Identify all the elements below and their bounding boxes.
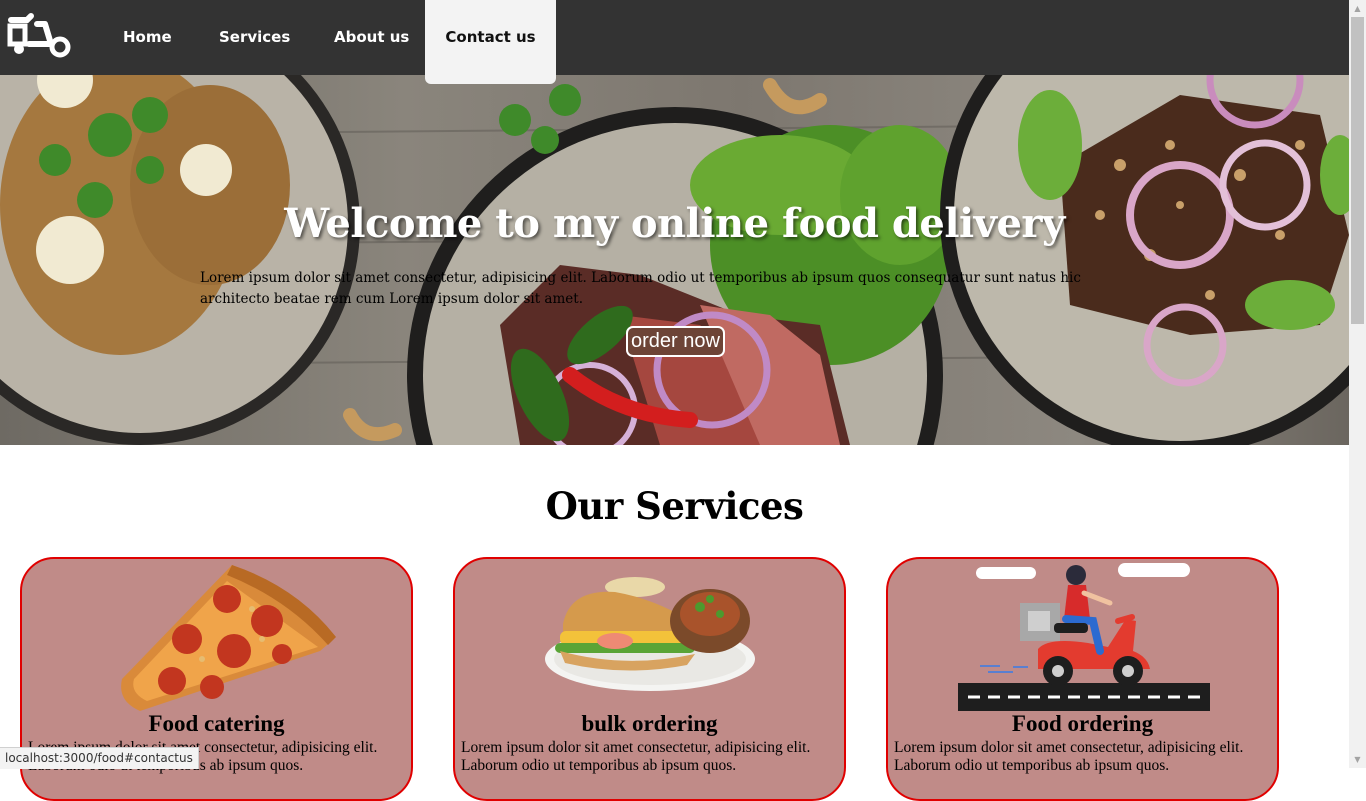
nav-about-us[interactable]: About us (334, 0, 409, 75)
card-description: Lorem ipsum dolor sit amet consectetur, … (461, 739, 811, 774)
card-description: Lorem ipsum dolor sit amet consectetur, … (894, 739, 1244, 774)
scooter-logo-icon[interactable] (5, 10, 71, 58)
card-title: Food catering (148, 711, 285, 736)
hero-banner: Welcome to my online food delivery Lorem… (0, 75, 1349, 445)
navbar: Home Services About us Contact us (0, 0, 1349, 84)
scrollbar-thumb[interactable] (1351, 17, 1364, 324)
delivery-scooter-image (958, 563, 1210, 711)
nav-services[interactable]: Services (219, 0, 290, 75)
burger-plate-image (545, 577, 755, 691)
services-heading: Our Services (545, 484, 804, 528)
card-title: bulk ordering (581, 711, 718, 736)
service-card-food-ordering: Food ordering Lorem ipsum dolor sit amet… (886, 557, 1279, 801)
hero-title: Welcome to my online food delivery (284, 200, 1065, 247)
pizza-slice-image (121, 565, 336, 711)
hero-description: Lorem ipsum dolor sit amet consectetur, … (200, 270, 1081, 307)
nav-contact-us[interactable]: Contact us (425, 0, 556, 84)
page-scrollbar[interactable]: ▲ ▼ (1349, 0, 1366, 768)
scroll-down-arrow-icon[interactable]: ▼ (1349, 751, 1366, 768)
scroll-up-arrow-icon[interactable]: ▲ (1349, 0, 1366, 17)
hero-food-background (0, 75, 1349, 445)
link-status-bar: localhost:3000/food#contactus (0, 747, 199, 769)
nav-home[interactable]: Home (123, 0, 172, 75)
card-title: Food ordering (1011, 711, 1154, 736)
service-card-bulk-ordering: bulk ordering Lorem ipsum dolor sit amet… (453, 557, 846, 801)
order-now-button[interactable]: order now (626, 326, 725, 357)
